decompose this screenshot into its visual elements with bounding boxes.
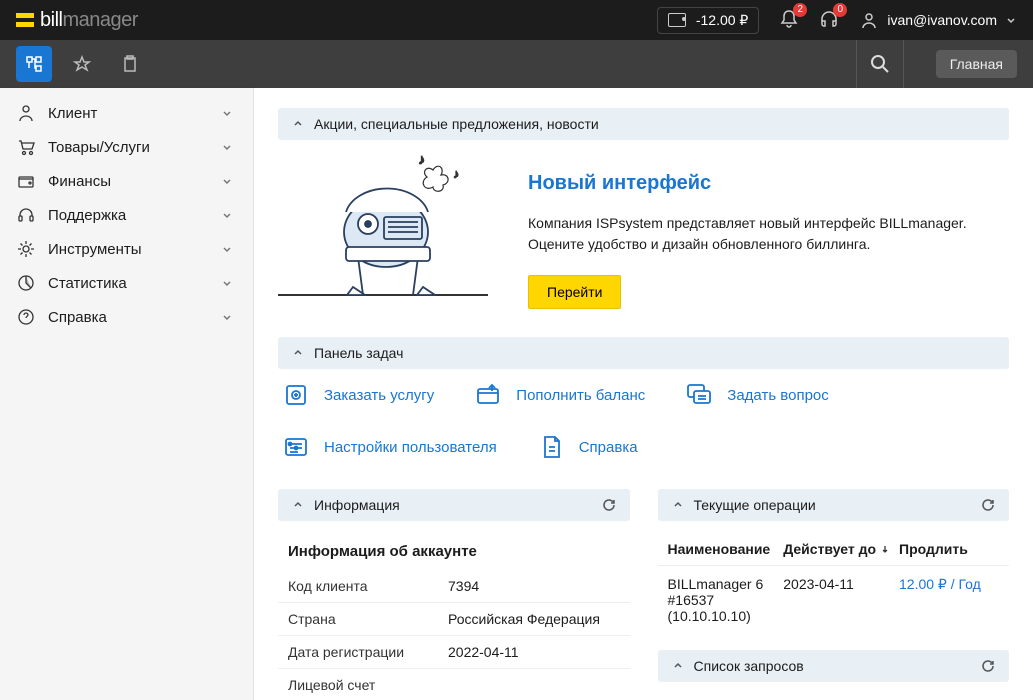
sidebar-item-client[interactable]: Клиент: [0, 96, 253, 130]
news-block: ♪ ♪ Новый интерфейс Компания ISPsystem п…: [278, 152, 1009, 313]
user-email: ivan@ivanov.com: [887, 12, 997, 28]
order-icon: [282, 381, 310, 409]
task-ask-question[interactable]: Задать вопрос: [685, 381, 828, 409]
logo-icon: [16, 13, 34, 27]
collapse-button[interactable]: [292, 347, 304, 359]
collapse-button[interactable]: [672, 499, 684, 511]
ops-panel-title: Текущие операции: [694, 497, 816, 513]
headset-icon: [16, 205, 36, 225]
news-panel-header: Акции, специальные предложения, новости: [278, 108, 1009, 140]
task-order-service[interactable]: Заказать услугу: [282, 381, 434, 409]
news-title: Новый интерфейс: [528, 172, 1009, 195]
user-menu[interactable]: ivan@ivanov.com: [859, 10, 1017, 30]
notifications-button[interactable]: 2: [779, 9, 799, 32]
sidebar-item-products[interactable]: Товары/Услуги: [0, 130, 253, 164]
tree-view-button[interactable]: [16, 46, 52, 82]
chevron-down-icon: [1005, 14, 1017, 26]
chevron-down-icon: [221, 141, 233, 153]
sidebar-item-help[interactable]: Справка: [0, 300, 253, 334]
ops-name: BILLmanager 6 #16537 (10.10.10.10): [668, 576, 784, 624]
tasks-grid: Заказать услугу Пополнить баланс Задать …: [278, 381, 1009, 461]
logo[interactable]: billmanager: [16, 9, 138, 32]
ops-table-header: Наименование Действует до Продлить: [658, 533, 1010, 566]
news-description: Компания ISPsystem представляет новый ин…: [528, 213, 1009, 255]
chevron-down-icon: [221, 175, 233, 187]
gear-icon: [16, 239, 36, 259]
refresh-button[interactable]: [981, 498, 995, 512]
main-content: Акции, специальные предложения, новости: [254, 88, 1033, 700]
info-row: Лицевой счет: [278, 669, 630, 700]
sidebar: Клиент Товары/Услуги Финансы Поддержка И…: [0, 88, 254, 700]
info-row: Дата регистрации 2022-04-11: [278, 636, 630, 669]
sub-header: Главная: [0, 40, 1033, 88]
client-icon: [16, 103, 36, 123]
news-panel-title: Акции, специальные предложения, новости: [314, 116, 599, 132]
top-header: billmanager -12.00 ₽ 2 0 ivan@ivanov.com: [0, 0, 1033, 40]
chevron-down-icon: [221, 107, 233, 119]
pie-icon: [16, 273, 36, 293]
ops-until: 2023-04-11: [783, 576, 899, 624]
sidebar-item-support[interactable]: Поддержка: [0, 198, 253, 232]
chat-icon: [685, 381, 713, 409]
ops-row: BILLmanager 6 #16537 (10.10.10.10) 2023-…: [658, 566, 1010, 634]
col-until[interactable]: Действует до: [783, 541, 899, 557]
sidebar-item-tools[interactable]: Инструменты: [0, 232, 253, 266]
requests-table-header: Тема Статус: [658, 694, 1010, 700]
help-icon: [16, 307, 36, 327]
tasks-panel-header: Панель задач: [278, 337, 1009, 369]
info-row: Код клиента 7394: [278, 570, 630, 603]
cart-icon: [16, 137, 36, 157]
tasks-panel-title: Панель задач: [314, 345, 403, 361]
svg-text:♪: ♪: [453, 167, 459, 181]
collapse-button[interactable]: [672, 660, 684, 672]
wallet-icon: [668, 13, 686, 27]
balance-value: -12.00 ₽: [696, 12, 749, 29]
task-help[interactable]: Справка: [537, 433, 638, 461]
doc-icon: [537, 433, 565, 461]
task-topup-balance[interactable]: Пополнить баланс: [474, 381, 645, 409]
info-row: Страна Российская Федерация: [278, 603, 630, 636]
logo-text: billmanager: [40, 9, 138, 32]
news-illustration: ♪ ♪: [278, 152, 488, 297]
ops-panel-header: Текущие операции: [658, 489, 1010, 521]
info-section-title: Информация об аккаунте: [278, 533, 630, 570]
search-button[interactable]: [856, 40, 904, 88]
clipboard-button[interactable]: [112, 46, 148, 82]
collapse-button[interactable]: [292, 118, 304, 130]
sidebar-item-finance[interactable]: Финансы: [0, 164, 253, 198]
collapse-button[interactable]: [292, 499, 304, 511]
requests-panel-title: Список запросов: [694, 658, 804, 674]
sidebar-item-stats[interactable]: Статистика: [0, 266, 253, 300]
support-badge: 0: [833, 3, 847, 17]
favorites-button[interactable]: [64, 46, 100, 82]
balance-widget[interactable]: -12.00 ₽: [657, 7, 760, 34]
chevron-down-icon: [221, 311, 233, 323]
support-button[interactable]: 0: [819, 9, 839, 32]
col-name[interactable]: Наименование: [668, 541, 784, 557]
chevron-down-icon: [221, 243, 233, 255]
ops-renew-link[interactable]: 12.00 ₽ / Год: [899, 576, 999, 624]
requests-panel-header: Список запросов: [658, 650, 1010, 682]
topup-icon: [474, 381, 502, 409]
task-user-settings[interactable]: Настройки пользователя: [282, 433, 497, 461]
svg-text:♪: ♪: [418, 152, 425, 167]
refresh-button[interactable]: [602, 498, 616, 512]
refresh-button[interactable]: [981, 659, 995, 673]
info-panel-title: Информация: [314, 497, 400, 513]
chevron-down-icon: [221, 277, 233, 289]
wallet-icon: [16, 171, 36, 191]
notif-badge: 2: [793, 3, 807, 17]
info-panel-header: Информация: [278, 489, 630, 521]
user-icon: [859, 10, 879, 30]
go-button[interactable]: Перейти: [528, 275, 621, 309]
chevron-down-icon: [221, 209, 233, 221]
settings-icon: [282, 433, 310, 461]
col-renew[interactable]: Продлить: [899, 541, 999, 557]
tab-main[interactable]: Главная: [936, 50, 1017, 78]
